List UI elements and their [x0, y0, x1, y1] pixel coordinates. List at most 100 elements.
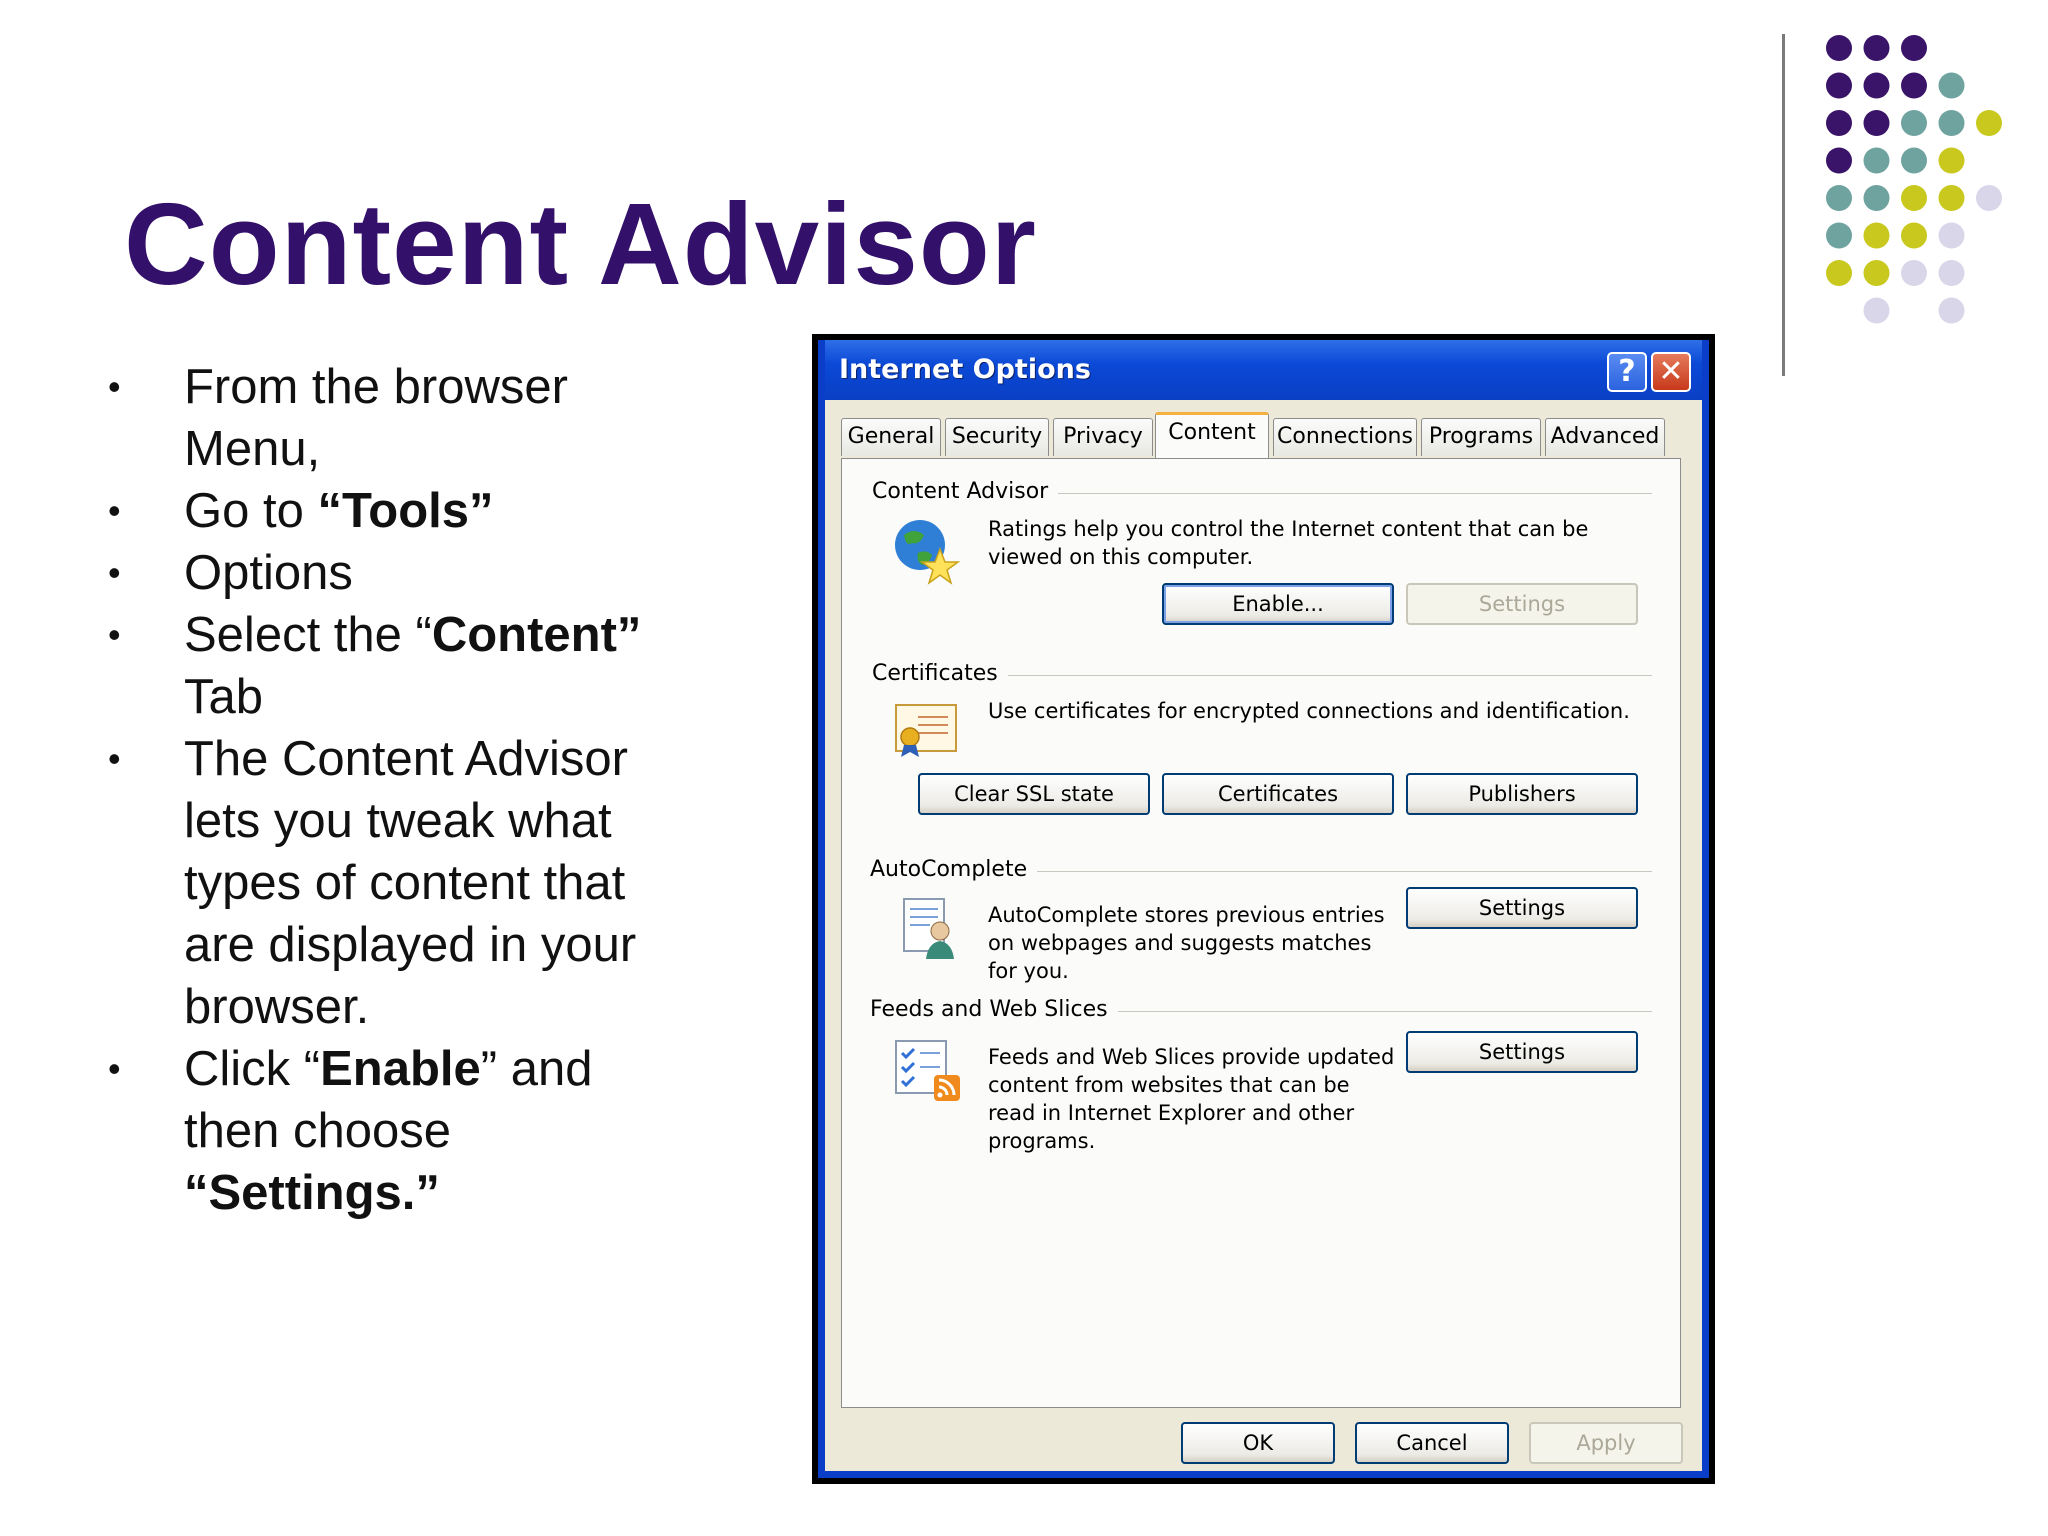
feeds-description: Feeds and Web Slices provide updated con… [988, 1043, 1394, 1155]
tab-security[interactable]: Security [945, 418, 1049, 456]
bullet-text: Go to [184, 484, 318, 538]
clear-ssl-state-button[interactable]: Clear SSL state [918, 773, 1150, 815]
bullet-list: • From the browser Menu, • Go to “Tools”… [100, 356, 720, 1224]
autocomplete-description: AutoComplete stores previous entries on … [988, 901, 1385, 985]
description-line: for you. [988, 959, 1069, 983]
enable-button[interactable]: Enable... [1162, 583, 1394, 625]
autocomplete-settings-button[interactable]: Settings [1406, 887, 1638, 929]
tab-privacy[interactable]: Privacy [1053, 418, 1153, 456]
description-line: Ratings help you control the Internet co… [988, 517, 1589, 541]
decorative-dot [1938, 185, 1965, 211]
decorative-dot [1976, 110, 2002, 136]
decorative-dot [1901, 260, 1927, 286]
description-line: AutoComplete stores previous entries [988, 903, 1385, 927]
content-tab-panel: Content Advisor Ratings help you control… [841, 458, 1681, 1408]
tab-connections[interactable]: Connections [1273, 418, 1417, 456]
group-divider [1042, 493, 1652, 494]
bullet-marker: • [108, 738, 121, 779]
bullet-item: • The Content Advisor lets you tweak wha… [100, 728, 720, 1038]
bullet-marker: • [108, 490, 121, 531]
window-title: Internet Options [839, 354, 1091, 385]
autocomplete-label: AutoComplete [870, 857, 1038, 882]
bullet-item: • From the browser Menu, [100, 356, 720, 480]
bullet-text: Select the “ [184, 608, 432, 662]
decorative-dot [1826, 222, 1852, 249]
slide-title: Content Advisor [124, 179, 1037, 309]
certificates-button[interactable]: Certificates [1162, 773, 1394, 815]
bullet-text: Tab [184, 670, 264, 724]
decorative-dot [1901, 72, 1927, 99]
description-line: Feeds and Web Slices provide updated [988, 1045, 1395, 1069]
description-line: on webpages and suggests matches [988, 931, 1372, 955]
feeds-settings-button[interactable]: Settings [1406, 1031, 1638, 1073]
decorative-dot [1863, 260, 1890, 286]
decorative-dot [1901, 147, 1927, 174]
decorative-dot [1901, 110, 1927, 136]
tab-advanced[interactable]: Advanced [1545, 418, 1665, 456]
decorative-dot [1826, 72, 1852, 99]
group-divider [1002, 675, 1652, 676]
tab-programs[interactable]: Programs [1421, 418, 1541, 456]
publishers-button[interactable]: Publishers [1406, 773, 1638, 815]
bullet-text: Click “ [184, 1042, 321, 1096]
decorative-dot [1976, 185, 2002, 211]
description-line: content from websites that can be [988, 1073, 1350, 1097]
globe-star-icon [895, 520, 960, 585]
decorative-dot [1938, 72, 1965, 99]
bullet-text: types of content that [184, 856, 626, 910]
decorative-dot [1938, 222, 1965, 249]
bullet-text: are displayed in your [184, 918, 637, 972]
decorative-dot [1826, 35, 1852, 61]
content-advisor-settings-button[interactable]: Settings [1406, 583, 1638, 625]
group-divider [1028, 871, 1652, 872]
bullet-bold-text: Content” [431, 608, 642, 662]
feeds-checklist-icon [895, 1040, 960, 1101]
certificate-icon [895, 704, 957, 757]
decorative-dot [1826, 110, 1852, 136]
bullet-text: then choose [184, 1104, 451, 1158]
bullet-text: The Content Advisor [184, 732, 628, 786]
bullet-text: From the browser [184, 360, 568, 414]
decorative-dot [1901, 185, 1927, 211]
tab-content[interactable]: Content [1155, 412, 1269, 458]
tab-general[interactable]: General [841, 418, 941, 456]
decorative-dot [1938, 297, 1965, 324]
feeds-label: Feeds and Web Slices [870, 997, 1118, 1022]
help-button[interactable]: ? [1607, 352, 1647, 392]
bullet-text: Menu, [184, 422, 321, 476]
bullet-item: • Go to “Tools” [100, 480, 720, 542]
certificates-description: Use certificates for encrypted connectio… [988, 699, 1630, 723]
decorative-dot [1863, 110, 1890, 136]
description-line: programs. [988, 1129, 1096, 1153]
autocomplete-user-icon [903, 898, 954, 959]
decorative-dot [1826, 147, 1852, 174]
ok-button[interactable]: OK [1181, 1422, 1335, 1464]
group-divider [1112, 1011, 1652, 1012]
decorative-dot [1863, 185, 1890, 211]
certificates-label: Certificates [872, 661, 1008, 686]
bullet-marker: • [108, 552, 121, 593]
cancel-button[interactable]: Cancel [1355, 1422, 1509, 1464]
content-advisor-label: Content Advisor [872, 479, 1059, 504]
decorative-divider [1782, 34, 1785, 376]
dialog-client-area: General Security Privacy Content Connect… [825, 400, 1702, 1471]
description-line: viewed on this computer. [988, 545, 1254, 569]
decorative-dot [1938, 147, 1965, 174]
bullet-item: • Select the “Content” Tab [100, 604, 720, 728]
window-titlebar[interactable]: Internet Options ? ✕ [825, 340, 1702, 400]
close-button[interactable]: ✕ [1651, 352, 1691, 392]
bullet-text: ” and [480, 1042, 593, 1096]
bullet-bold-text: Enable [320, 1042, 481, 1096]
bullet-item: • Options [100, 542, 720, 604]
bullet-text: browser. [184, 980, 370, 1034]
decorative-dot [1901, 222, 1927, 249]
decorative-dot [1863, 297, 1890, 324]
apply-button[interactable]: Apply [1529, 1422, 1683, 1464]
decorative-dot [1826, 185, 1852, 211]
decorative-dot [1938, 260, 1965, 286]
decorative-dot [1863, 147, 1890, 174]
decorative-dot [1863, 35, 1890, 61]
content-advisor-description: Ratings help you control the Internet co… [988, 515, 1588, 571]
bullet-bold-text: “Tools” [317, 484, 494, 538]
description-line: read in Internet Explorer and other [988, 1101, 1355, 1125]
